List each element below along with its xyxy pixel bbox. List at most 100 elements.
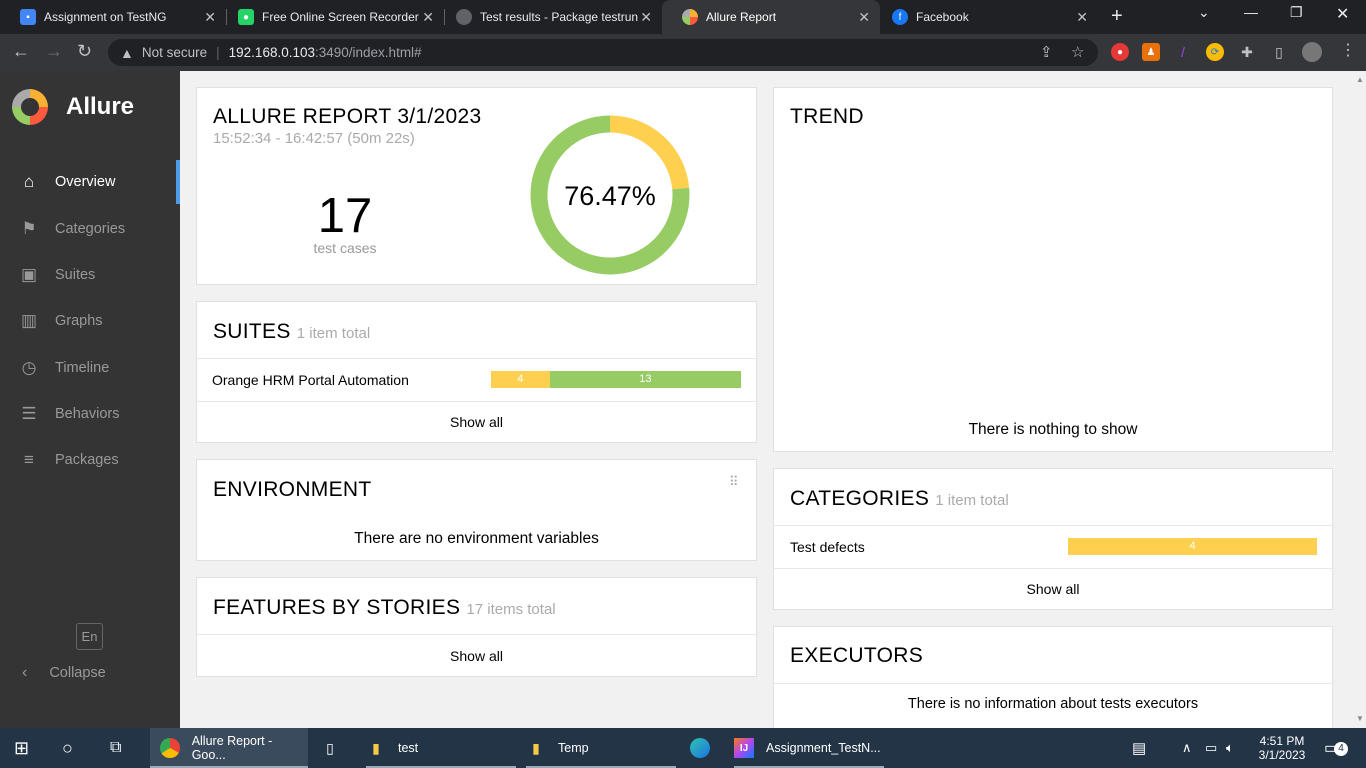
categories-count: 1 item total — [935, 492, 1009, 509]
windows-taskbar: ⊞ ○ ⧉ Allure Report - Goo... ▯ ▮ test ▮ … — [0, 728, 1366, 768]
taskbar-app-folder-temp[interactable]: ▮ Temp — [526, 728, 676, 768]
tab-search-icon[interactable]: ⌄ — [1198, 4, 1210, 21]
scroll-down-icon[interactable]: ▼ — [1356, 714, 1364, 723]
language-switcher[interactable]: En — [76, 623, 103, 650]
browser-tab[interactable]: Test results - Package testrun ✕ — [436, 0, 662, 34]
page-scrollbar[interactable]: ▲ ▼ — [1353, 71, 1366, 728]
new-tab-icon[interactable]: + — [1111, 5, 1123, 28]
brand-name[interactable]: Allure — [66, 93, 134, 121]
side-panel-icon[interactable]: ▯ — [1270, 43, 1288, 61]
url-path: :3490/index.html# — [315, 45, 422, 60]
sidebar-item-label: Timeline — [55, 360, 110, 376]
google-form-icon: ▪ — [20, 9, 36, 25]
taskbar-app-label: test — [398, 741, 419, 755]
browser-tab[interactable]: ● Free Online Screen Recorder | ✕ — [218, 0, 444, 34]
category-status-bar: 4 — [1068, 538, 1317, 555]
categories-widget: CATEGORIES 1 item total Test defects 4 S… — [773, 468, 1333, 610]
share-icon[interactable]: ⇪ — [1040, 43, 1053, 61]
allure-logo[interactable] — [12, 89, 48, 125]
notification-icon[interactable]: ▭ 4 — [1324, 728, 1348, 768]
close-tab-icon[interactable]: ✕ — [204, 10, 216, 24]
task-view-icon[interactable]: ⧉ — [110, 728, 121, 768]
allure-icon — [682, 9, 698, 25]
collapse-button[interactable]: ‹ Collapse — [0, 661, 180, 685]
list-icon: ☰ — [21, 404, 37, 423]
close-tab-icon[interactable]: ✕ — [1076, 10, 1088, 24]
suites-title-text: SUITES — [213, 320, 291, 343]
drag-handle-icon[interactable]: ⠿ — [729, 474, 739, 490]
browser-menu-icon[interactable]: ⋮ — [1340, 41, 1356, 61]
test-case-label: test cases — [313, 240, 377, 256]
flag-icon: ⚑ — [21, 219, 37, 238]
browser-tab-active[interactable]: Allure Report ✕ — [662, 0, 880, 34]
back-icon[interactable]: ← — [12, 41, 30, 61]
pen-extension-icon[interactable]: / — [1174, 43, 1192, 61]
sidebar-item-packages[interactable]: ≡ Packages — [0, 440, 180, 480]
news-widget-icon[interactable]: ▤ — [1132, 728, 1146, 768]
folder-icon: ▮ — [372, 739, 380, 756]
security-label[interactable]: Not secure — [142, 45, 207, 60]
close-tab-icon[interactable]: ✕ — [858, 10, 870, 24]
suites-widget: SUITES 1 item total Orange HRM Portal Au… — [196, 301, 757, 443]
taskbar-app-intellij[interactable]: IJ Assignment_TestN... — [734, 728, 884, 768]
extension-icon[interactable]: ● — [1111, 43, 1129, 61]
extension-icon[interactable]: ⟳ — [1206, 43, 1224, 61]
suites-title: SUITES 1 item total — [213, 320, 370, 344]
environment-title: ENVIRONMENT — [213, 478, 372, 501]
puzzle-icon[interactable]: ✚ — [1238, 43, 1256, 61]
restore-icon[interactable]: ❐ — [1290, 4, 1303, 21]
environment-empty-message: There are no environment variables — [354, 530, 599, 547]
suites-show-all-link[interactable]: Show all — [197, 414, 756, 430]
chevron-left-icon: ‹ — [22, 664, 28, 681]
bookmark-star-icon[interactable]: ☆ — [1071, 43, 1084, 61]
chevron-up-icon[interactable]: ∧ — [1182, 728, 1192, 768]
taskbar-app-chrome[interactable]: Allure Report - Goo... — [150, 728, 308, 768]
close-tab-icon[interactable]: ✕ — [640, 10, 652, 24]
taskbar-app-edge[interactable] — [690, 728, 722, 768]
address-bar[interactable]: ▲ Not secure | 192.168.0.103:3490/index.… — [108, 39, 1098, 66]
extension-icon[interactable]: ♟ — [1142, 43, 1160, 61]
volume-icon[interactable]: 🔈︎ — [1226, 728, 1234, 768]
report-time-range: 15:52:34 - 16:42:57 (50m 22s) — [213, 130, 415, 147]
categories-title: CATEGORIES 1 item total — [790, 487, 1009, 511]
system-clock[interactable]: 4:51 PM 3/1/2023 — [1252, 728, 1312, 768]
divider — [197, 401, 756, 402]
tab-title: Allure Report — [706, 10, 777, 24]
sidebar-item-label: Suites — [55, 267, 96, 283]
sidebar-item-graphs[interactable]: ▥ Graphs — [0, 301, 180, 341]
suite-row[interactable]: Orange HRM Portal Automation 4 13 — [197, 359, 756, 401]
close-window-icon[interactable]: ✕ — [1336, 4, 1349, 24]
browser-tab[interactable]: f Facebook ✕ — [872, 0, 1098, 34]
suite-name: Orange HRM Portal Automation — [212, 372, 409, 388]
features-show-all-link[interactable]: Show all — [197, 648, 756, 664]
sidebar-item-timeline[interactable]: ◷ Timeline — [0, 348, 180, 388]
sidebar-item-behaviors[interactable]: ☰ Behaviors — [0, 394, 180, 434]
chrome-icon — [160, 738, 180, 758]
browser-tab[interactable]: ▪ Assignment on TestNG ✕ — [0, 0, 226, 34]
taskbar-app-label: Temp — [558, 741, 589, 755]
sidebar-item-label: Packages — [55, 452, 119, 468]
tab-title: Assignment on TestNG — [44, 10, 167, 24]
taskbar-app-folder-test[interactable]: ▮ test — [366, 728, 516, 768]
reload-icon[interactable]: ↻ — [77, 41, 92, 61]
category-row[interactable]: Test defects 4 — [774, 526, 1332, 568]
minimize-icon[interactable]: — — [1244, 4, 1258, 20]
taskbar-app-label: Assignment_TestN... — [766, 741, 881, 755]
tab-title: Test results - Package testrun — [480, 10, 639, 24]
battery-icon[interactable]: ▭ — [1205, 728, 1217, 768]
categories-show-all-link[interactable]: Show all — [774, 581, 1332, 597]
sidebar-item-overview[interactable]: ⌂ Overview — [0, 160, 180, 204]
windows-start-icon[interactable]: ⊞ — [14, 728, 29, 768]
sidebar-item-label: Graphs — [55, 313, 103, 329]
trend-title: TREND — [790, 105, 864, 128]
profile-avatar[interactable] — [1302, 42, 1322, 62]
taskbar-app-file[interactable]: ▯ — [320, 728, 352, 768]
close-tab-icon[interactable]: ✕ — [422, 10, 434, 24]
sidebar-item-suites[interactable]: ▣ Suites — [0, 255, 180, 295]
sidebar-item-categories[interactable]: ⚑ Categories — [0, 209, 180, 249]
collapse-label: Collapse — [49, 665, 106, 681]
forward-icon[interactable]: → — [45, 41, 63, 61]
scroll-up-icon[interactable]: ▲ — [1356, 75, 1364, 84]
search-icon[interactable]: ○ — [62, 728, 73, 768]
test-case-count: 17 — [317, 189, 373, 243]
